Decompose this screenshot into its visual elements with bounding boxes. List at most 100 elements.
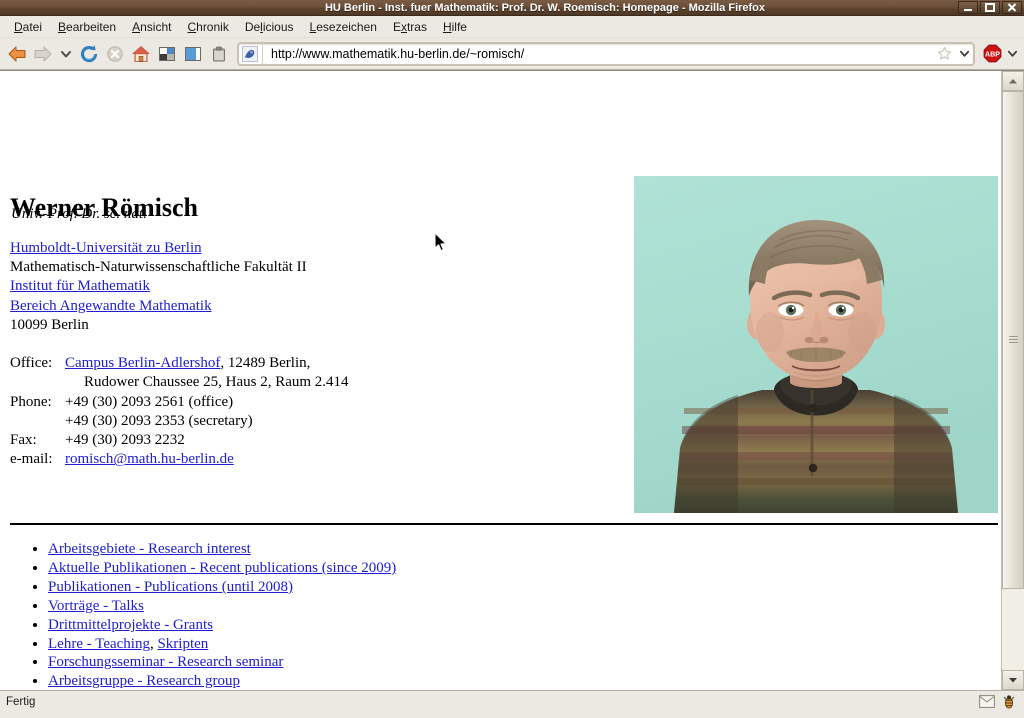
link-publikationen[interactable]: Publikationen - Publications (until 2008… bbox=[48, 579, 293, 595]
link-campus-berlin-adlershof[interactable]: Campus Berlin-Adlershof bbox=[65, 355, 220, 371]
forward-arrow-icon[interactable] bbox=[30, 41, 56, 67]
menu-extras[interactable]: Extras bbox=[385, 18, 435, 36]
window-controls bbox=[958, 1, 1022, 14]
reload-icon[interactable] bbox=[76, 41, 102, 67]
menu-bearbeiten[interactable]: Bearbeiten bbox=[50, 18, 124, 36]
link-aktuelle-publikationen[interactable]: Aktuelle Publikationen - Recent publicat… bbox=[48, 560, 396, 576]
menu-hilfe[interactable]: Hilfe bbox=[435, 18, 475, 36]
phone-value-2: +49 (30) 2093 2353 (secretary) bbox=[65, 412, 253, 429]
firebug-bug-icon[interactable] bbox=[998, 693, 1020, 711]
affiliation-line-2: Institut für Mathematik bbox=[10, 277, 307, 296]
link-email-address[interactable]: romisch@math.hu-berlin.de bbox=[65, 451, 234, 467]
status-bar: Fertig bbox=[0, 690, 1024, 712]
clipboard-icon[interactable] bbox=[206, 41, 232, 67]
site-favicon[interactable] bbox=[240, 43, 263, 64]
stop-icon[interactable] bbox=[102, 41, 128, 67]
link-arbeitsgebiete[interactable]: Arbeitsgebiete - Research interest bbox=[48, 541, 251, 557]
navigation-links-list: Arbeitsgebiete - Research interest Aktue… bbox=[10, 540, 396, 690]
menu-lesezeichen[interactable]: Lesezeichen bbox=[302, 18, 385, 36]
email-label: e-mail: bbox=[10, 451, 53, 468]
window-bottom-edge bbox=[0, 712, 1024, 718]
maximize-button[interactable] bbox=[980, 1, 1000, 14]
affiliation-block: Humboldt-Universität zu Berlin Mathemati… bbox=[10, 239, 307, 335]
office-address-rest: , 12489 Berlin, bbox=[220, 355, 311, 371]
list-item: Arbeitsgebiete - Research interest bbox=[48, 540, 396, 559]
phone-label-spacer bbox=[10, 412, 65, 431]
link-lehre-teaching[interactable]: Lehre - Teaching bbox=[48, 636, 150, 652]
bookmark-star-icon[interactable] bbox=[933, 46, 955, 61]
close-button[interactable] bbox=[1002, 1, 1022, 14]
office-label-spacer bbox=[10, 373, 65, 392]
fax-value: +49 (30) 2093 2232 bbox=[65, 432, 185, 449]
content-area: Werner Römisch Univ.-Prof. Dr. sc. nat. … bbox=[0, 70, 1024, 690]
link-skripten[interactable]: Skripten bbox=[157, 636, 208, 652]
menu-datei[interactable]: Datei bbox=[6, 18, 50, 36]
mail-icon[interactable] bbox=[976, 693, 998, 711]
affiliation-line-1: Mathematisch-Naturwissenschaftliche Faku… bbox=[10, 259, 307, 276]
scrollbar-thumb[interactable] bbox=[1002, 91, 1024, 589]
menu-ansicht[interactable]: Ansicht bbox=[124, 18, 179, 36]
url-dropdown-chevron-icon[interactable] bbox=[955, 48, 973, 59]
window-title: HU Berlin - Inst. fuer Mathematik: Prof.… bbox=[324, 1, 766, 14]
url-input[interactable] bbox=[265, 44, 933, 63]
link-bereich-angewandte-mathematik[interactable]: Bereich Angewandte Mathematik bbox=[10, 298, 212, 314]
contact-row-office-line2: Rudower Chaussee 25, Haus 2, Raum 2.414 bbox=[10, 373, 349, 392]
affiliation-line-4: 10099 Berlin bbox=[10, 316, 89, 333]
contact-table: Office: Campus Berlin-Adlershof, 12489 B… bbox=[10, 354, 349, 470]
link-humboldt-universitaet[interactable]: Humboldt-Universität zu Berlin bbox=[10, 240, 202, 256]
page-subtitle: Univ.-Prof. Dr. sc. nat. bbox=[11, 206, 147, 222]
navigation-toolbar: ABP bbox=[0, 38, 1024, 70]
list-item: Forschungsseminar - Research seminar bbox=[48, 653, 396, 672]
office-value: Campus Berlin-Adlershof, 12489 Berlin, bbox=[65, 354, 349, 373]
back-arrow-icon[interactable] bbox=[4, 41, 30, 67]
scrollbar-grip bbox=[1008, 334, 1018, 345]
chevron-down-icon[interactable] bbox=[56, 41, 76, 67]
sidebar-panel-icon[interactable] bbox=[180, 41, 206, 67]
list-item: Arbeitsgruppe - Research group bbox=[48, 672, 396, 690]
phone-value-1: +49 (30) 2093 2561 (office) bbox=[65, 393, 234, 410]
scrollbar-track[interactable] bbox=[1002, 91, 1024, 670]
url-bar[interactable] bbox=[237, 41, 975, 66]
link-forschungsseminar[interactable]: Forschungsseminar - Research seminar bbox=[48, 654, 283, 670]
contact-row-email: e-mail: romisch@math.hu-berlin.de bbox=[10, 450, 349, 469]
portrait-photo bbox=[634, 176, 998, 513]
title-bar: HU Berlin - Inst. fuer Mathematik: Prof.… bbox=[0, 0, 1024, 16]
home-icon[interactable] bbox=[128, 41, 154, 67]
menu-delicious[interactable]: Delicious bbox=[237, 18, 302, 36]
status-text: Fertig bbox=[6, 695, 36, 708]
link-vortraege[interactable]: Vorträge - Talks bbox=[48, 598, 144, 614]
email-value: romisch@math.hu-berlin.de bbox=[65, 450, 349, 469]
link-institut-fuer-mathematik[interactable]: Institut für Mathematik bbox=[10, 278, 150, 294]
office-line2: Rudower Chaussee 25, Haus 2, Raum 2.414 bbox=[84, 374, 349, 391]
link-drittmittelprojekte[interactable]: Drittmittelprojekte - Grants bbox=[48, 617, 213, 633]
menu-chronik[interactable]: Chronik bbox=[179, 18, 236, 36]
list-item: Aktuelle Publikationen - Recent publicat… bbox=[48, 559, 396, 578]
affiliation-line-0: Humboldt-Universität zu Berlin bbox=[10, 239, 307, 258]
office-label: Office: bbox=[10, 355, 53, 371]
svg-text:ABP: ABP bbox=[985, 52, 1000, 59]
mouse-cursor bbox=[434, 232, 448, 253]
adblock-plus-icon[interactable]: ABP bbox=[980, 41, 1004, 67]
contact-row-phone2: +49 (30) 2093 2353 (secretary) bbox=[10, 412, 349, 431]
contact-row-office: Office: Campus Berlin-Adlershof, 12489 B… bbox=[10, 354, 349, 373]
fax-label: Fax: bbox=[10, 432, 37, 449]
link-arbeitsgruppe[interactable]: Arbeitsgruppe - Research group bbox=[48, 673, 240, 689]
split-panel-icon[interactable] bbox=[154, 41, 180, 67]
horizontal-divider bbox=[10, 523, 998, 525]
vertical-scrollbar[interactable] bbox=[1001, 71, 1024, 690]
extension-dropdown-chevron-icon[interactable] bbox=[1004, 48, 1020, 59]
affiliation-line-3: Bereich Angewandte Mathematik bbox=[10, 297, 307, 316]
scroll-down-button[interactable] bbox=[1002, 670, 1024, 690]
list-item: Lehre - Teaching, Skripten bbox=[48, 635, 396, 654]
contact-row-fax: Fax: +49 (30) 2093 2232 bbox=[10, 431, 349, 450]
list-item: Publikationen - Publications (until 2008… bbox=[48, 578, 396, 597]
list-item: Drittmittelprojekte - Grants bbox=[48, 616, 396, 635]
browser-window: HU Berlin - Inst. fuer Mathematik: Prof.… bbox=[0, 0, 1024, 718]
phone-label: Phone: bbox=[10, 393, 52, 410]
minimize-button[interactable] bbox=[958, 1, 978, 14]
web-page: Werner Römisch Univ.-Prof. Dr. sc. nat. … bbox=[0, 71, 1001, 690]
contact-row-phone: Phone: +49 (30) 2093 2561 (office) bbox=[10, 393, 349, 412]
list-item: Vorträge - Talks bbox=[48, 597, 396, 616]
menu-bar: Datei Bearbeiten Ansicht Chronik Delicio… bbox=[0, 16, 1024, 38]
scroll-up-button[interactable] bbox=[1002, 71, 1024, 91]
